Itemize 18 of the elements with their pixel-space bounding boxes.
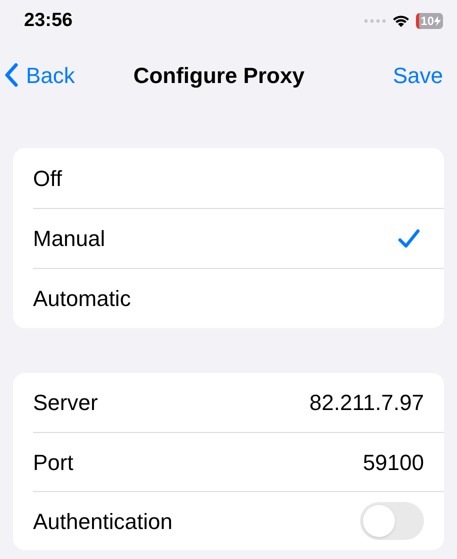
- mode-option[interactable]: Automatic: [33, 268, 444, 328]
- setting-label: Authentication: [33, 508, 172, 536]
- toggle-switch[interactable]: [360, 502, 424, 540]
- setting-value: 59100: [362, 448, 424, 476]
- chevron-icon: [4, 63, 18, 87]
- save-button[interactable]: Save: [392, 58, 443, 92]
- setting-value: 82.211.7.97: [309, 389, 424, 417]
- battery-indicator: 10: [416, 13, 443, 29]
- mode-option[interactable]: Off: [33, 148, 444, 208]
- setting-label: Port: [33, 448, 74, 476]
- back-button[interactable]: Back: [4, 58, 75, 92]
- setting-label: Server: [33, 389, 98, 417]
- signal-icon: [364, 19, 386, 23]
- nav-title: Configure Proxy: [133, 62, 304, 90]
- status-time: 23:56: [24, 8, 73, 33]
- wifi-icon: [392, 14, 410, 28]
- mode-option[interactable]: Manual: [33, 208, 444, 268]
- bolt-icon: [434, 16, 441, 26]
